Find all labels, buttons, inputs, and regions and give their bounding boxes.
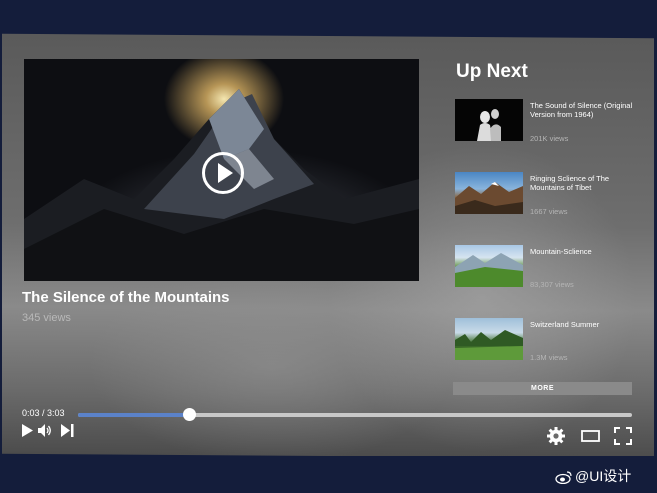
up-next-item-views: 1667 views [530,207,568,216]
up-next-item-title: The Sound of Silence (Original Version f… [530,101,633,119]
play-icon[interactable] [21,424,33,437]
up-next-item-views: 83,307 views [530,280,574,289]
up-next-item-title: Switzerland Summer [530,320,600,329]
thumbnail [455,245,523,287]
seek-progress [78,413,189,417]
time-display: 0:03 / 3:03 [22,408,65,418]
watermark-text: @UI设计 [575,468,632,484]
play-icon [218,163,233,183]
video-title: The Silence of the Mountains [22,289,230,306]
up-next-item-title: Ringing Sclience of The Mountains of Tib… [530,174,610,192]
fullscreen-icon[interactable] [614,427,632,445]
up-next-item-views: 201K views [530,134,569,143]
seek-bar[interactable] [78,408,632,421]
gear-icon[interactable] [547,427,565,445]
top-frame [0,0,657,36]
watermark: @UI设计 [555,466,631,486]
thumbnail [455,172,523,214]
thumbnail [455,318,523,360]
theater-mode-icon[interactable] [581,430,600,442]
up-next-heading: Up Next [456,61,528,82]
volume-icon[interactable] [38,424,52,437]
skip-next-icon[interactable] [61,424,74,437]
play-overlay-button[interactable] [202,152,244,194]
video-player[interactable] [24,59,419,281]
up-next-item[interactable]: Mountain-Sclience 83,307 views [455,245,635,305]
up-next-item-views: 1.3M views [530,353,568,362]
up-next-item[interactable]: Switzerland Summer 1.3M views [455,318,635,378]
up-next-item-title: Mountain-Sclience [530,247,592,256]
more-button[interactable]: MORE [453,382,632,395]
seek-handle[interactable] [182,408,196,421]
up-next-item[interactable]: The Sound of Silence (Original Version f… [455,99,635,159]
video-views: 345 views [22,312,71,324]
up-next-item[interactable]: Ringing Sclience of The Mountains of Tib… [455,172,635,232]
weibo-icon [555,471,572,485]
thumbnail [455,99,523,141]
